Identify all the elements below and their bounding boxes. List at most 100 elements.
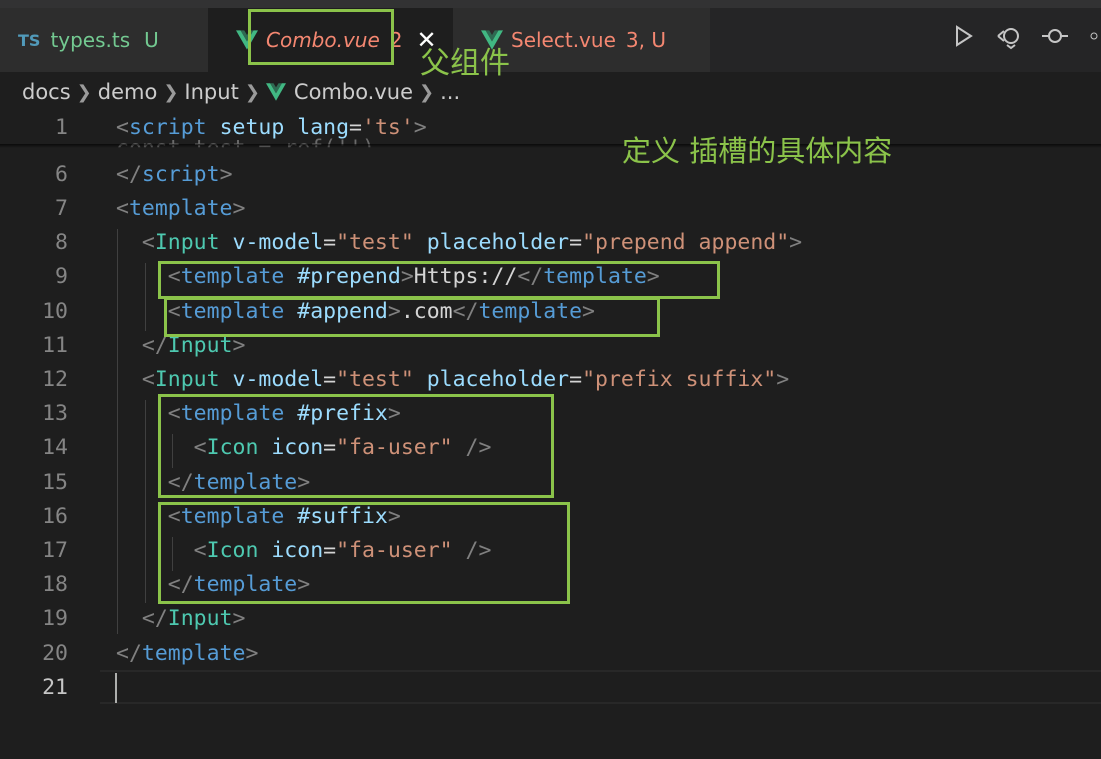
annotation-box-prefix: [158, 394, 554, 498]
line-number: 21: [42, 675, 68, 700]
editor-tab-bar: TS types.ts U Combo.vue 2 ✕ Select.vue 3…: [0, 0, 1101, 72]
line-number: 18: [42, 572, 68, 597]
code-token: >: [413, 115, 427, 140]
code-token: >: [232, 196, 246, 221]
git-status-badge: U: [144, 28, 159, 52]
code-token: placeholder: [426, 367, 570, 392]
annotation-box-suffix: [158, 502, 570, 604]
tab-label: types.ts: [50, 28, 131, 52]
code-token: Input: [154, 367, 220, 392]
code-token: template: [141, 641, 246, 666]
code-line[interactable]: 19 </Input>: [0, 602, 1101, 636]
sticky-scroll-shadow: [0, 144, 1101, 148]
code-token: script: [141, 162, 220, 187]
chevron-right-icon: ❯: [163, 81, 179, 103]
code-token: >: [245, 641, 259, 666]
code-token: v-model: [232, 367, 324, 392]
line-number: 20: [42, 641, 68, 666]
code-text: <template>: [116, 192, 245, 226]
code-token: =: [323, 367, 337, 392]
editor-actions: [949, 22, 1101, 50]
line-number: 6: [55, 162, 68, 187]
line-number: 13: [42, 401, 68, 426]
code-text: </Input>: [116, 602, 246, 636]
annotation-define-slot-content: 定义 插槽的具体内容: [622, 134, 893, 168]
code-line[interactable]: 20 </template>: [0, 637, 1101, 671]
line-number: 19: [42, 606, 68, 631]
problems-git-badge: 3, U: [625, 28, 666, 52]
breadcrumb-demo[interactable]: demo: [98, 80, 158, 104]
indent-guide: [145, 263, 146, 331]
line-number: 8: [55, 230, 68, 255]
code-token: </: [116, 641, 142, 666]
code-text: <Input v-model="test" placeholder="prepe…: [116, 226, 802, 260]
breadcrumb: docs ❯ demo ❯ Input ❯ Combo.vue ❯ ...: [22, 76, 460, 108]
code-token: </: [116, 162, 142, 187]
typescript-file-icon: TS: [18, 30, 41, 50]
current-line-highlight: [100, 670, 1101, 704]
line-number: 1: [55, 115, 68, 140]
code-token: v-model: [232, 230, 324, 255]
line-number: 17: [42, 538, 68, 563]
tab-types-ts[interactable]: TS types.ts U: [0, 8, 208, 72]
code-token: >: [232, 606, 246, 631]
text-cursor: [115, 673, 117, 703]
annotation-parent-component: 父组件: [420, 46, 510, 81]
open-changes-icon[interactable]: [995, 22, 1023, 50]
annotation-box-prepend: [158, 261, 720, 299]
line-number: 9: [55, 264, 68, 289]
breadcrumb-input[interactable]: Input: [184, 80, 238, 104]
line-number: 7: [55, 196, 68, 221]
code-token: "test": [336, 367, 414, 392]
chevron-right-icon: ❯: [244, 81, 260, 103]
line-number: 14: [42, 435, 68, 460]
code-token: "test": [336, 230, 414, 255]
code-token: Input: [154, 230, 220, 255]
chevron-right-icon: ❯: [76, 81, 92, 103]
git-compare-icon[interactable]: [1087, 22, 1101, 50]
chevron-right-icon: ❯: [419, 81, 435, 103]
line-number: 16: [42, 504, 68, 529]
code-token: =: [569, 367, 583, 392]
code-token: </: [141, 606, 168, 631]
code-token: =: [569, 230, 583, 255]
code-token: Input: [167, 606, 233, 631]
indent-guide: [145, 400, 146, 603]
code-token: >: [776, 367, 790, 392]
code-token: "prepend append": [582, 230, 790, 255]
code-token: placeholder: [426, 230, 570, 255]
breadcrumb-file[interactable]: Combo.vue: [294, 80, 413, 104]
code-text: </template>: [116, 637, 258, 671]
code-text: <Input v-model="test" placeholder="prefi…: [116, 363, 789, 397]
code-line[interactable]: 7 <template>: [0, 192, 1101, 226]
annotation-box-append: [164, 297, 660, 337]
title-bar-strip: [0, 0, 1101, 8]
code-token: >: [219, 162, 233, 187]
breadcrumb-docs[interactable]: docs: [22, 80, 71, 104]
code-line[interactable]: 12 <Input v-model="test" placeholder="pr…: [0, 363, 1101, 397]
run-icon[interactable]: [949, 22, 977, 50]
code-line[interactable]: 6 </script>: [0, 158, 1101, 192]
line-number: 12: [42, 367, 68, 392]
code-line[interactable]: 8 <Input v-model="test" placeholder="pre…: [0, 226, 1101, 260]
code-token: <: [141, 367, 155, 392]
vue-file-icon: [265, 83, 286, 101]
git-commit-icon[interactable]: [1041, 22, 1069, 50]
code-token: template: [128, 196, 233, 221]
code-token: <: [141, 230, 155, 255]
code-token: <: [116, 196, 129, 221]
indent-guide: [117, 229, 118, 634]
breadcrumb-symbol[interactable]: ...: [440, 80, 460, 104]
tab-label: Select.vue: [511, 28, 616, 52]
line-number: 15: [42, 470, 68, 495]
code-token: =: [323, 230, 337, 255]
line-number: 10: [42, 299, 68, 324]
